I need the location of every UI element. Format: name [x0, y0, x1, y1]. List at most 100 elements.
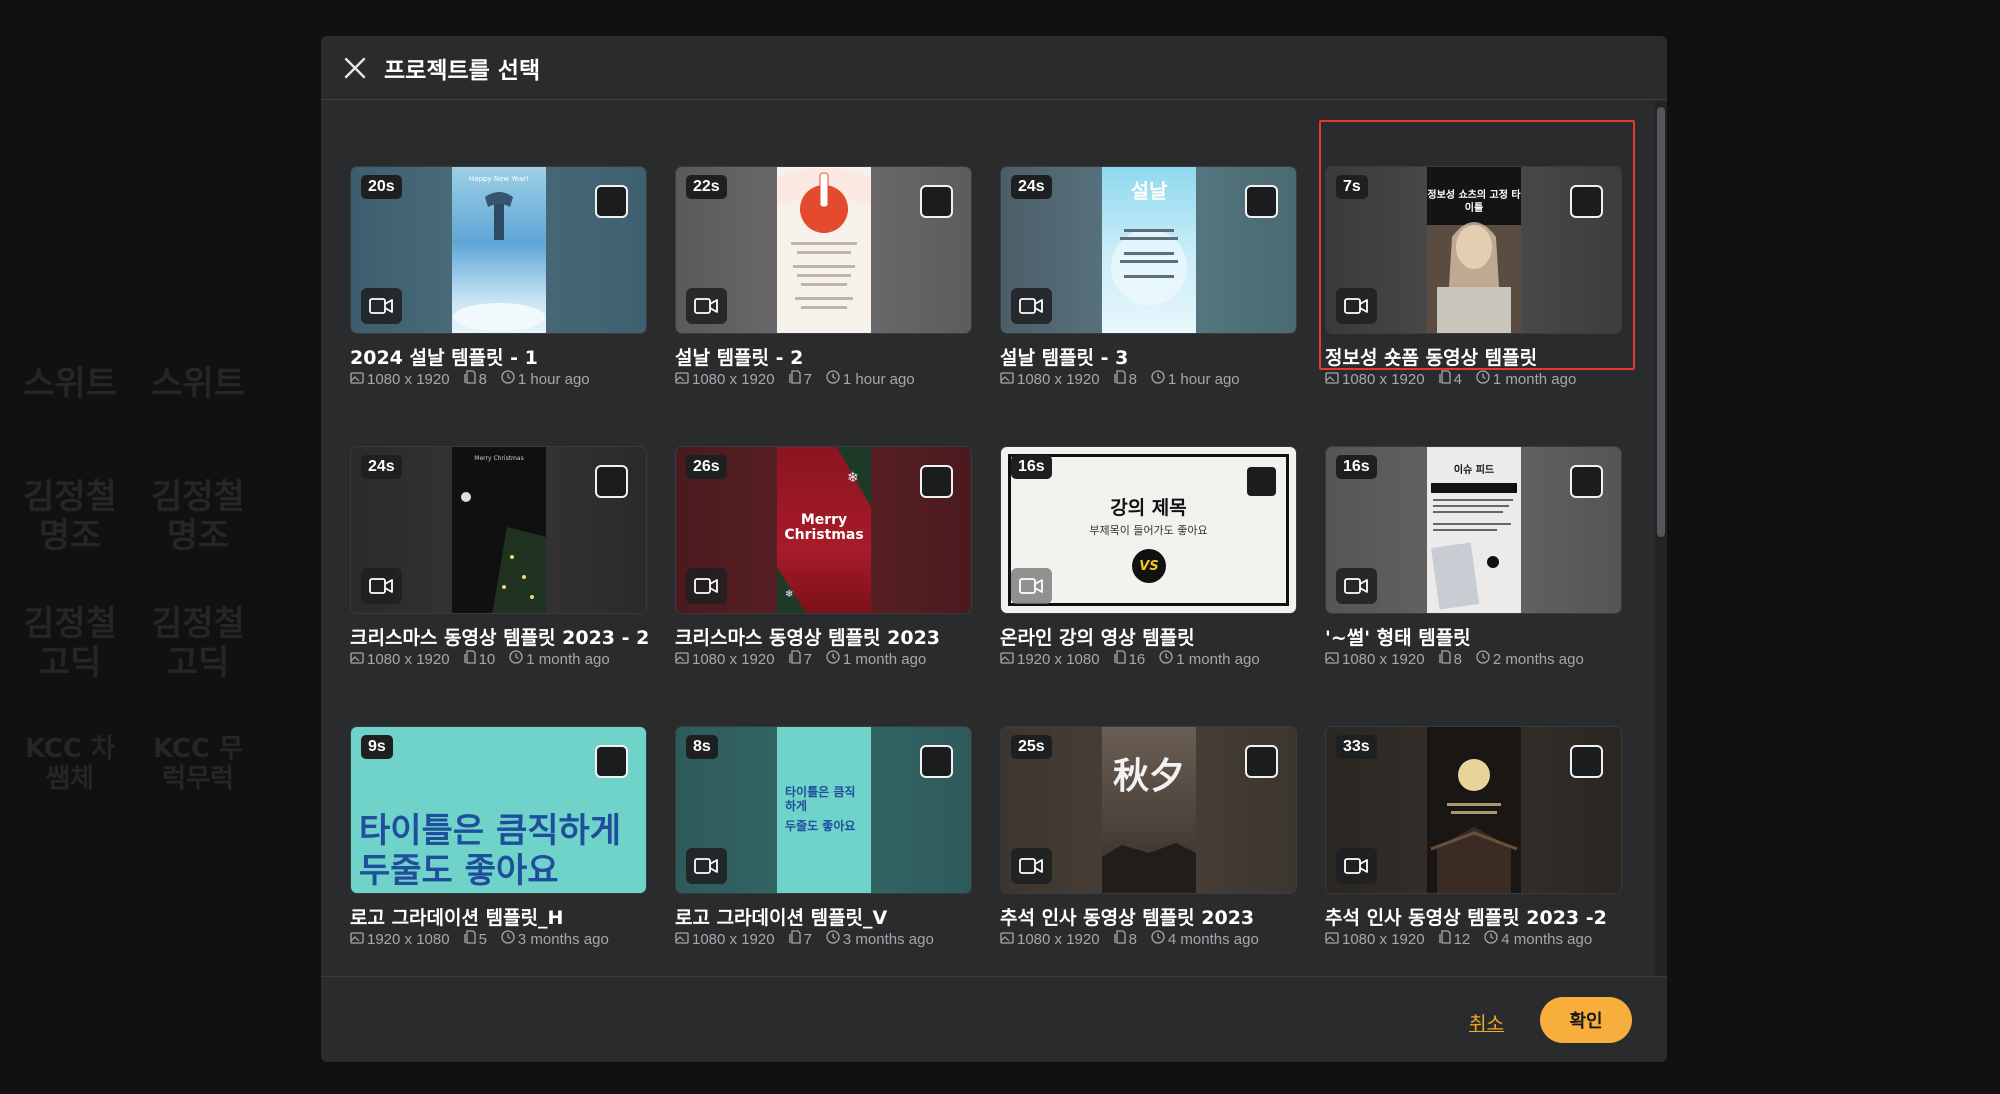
duration-badge: 16s: [1011, 455, 1052, 479]
project-card[interactable]: 설날 24s 설날 템플릿 - 3 1080 x 1920 8 1 hour a…: [1000, 166, 1297, 406]
resolution-text: 1080 x 1920: [1342, 370, 1425, 388]
select-checkbox[interactable]: [1245, 465, 1278, 498]
project-meta: 1080 x 1920 10 1 month ago: [350, 650, 610, 668]
resolution-text: 1920 x 1080: [367, 930, 450, 948]
duration-badge: 16s: [1336, 455, 1377, 479]
page-count-text: 7: [803, 650, 812, 668]
project-title: 크리스마스 동영상 템플릿 2023: [675, 627, 941, 649]
page-count-icon: [463, 370, 476, 388]
svg-text:❄: ❄: [847, 470, 859, 486]
project-title: 온라인 강의 영상 템플릿: [1000, 627, 1195, 649]
project-card[interactable]: 秋夕 25s 추석 인사 동영상 템플릿 2023 1080 x 1920 8 …: [1000, 726, 1297, 966]
modal-footer: 취소 확인: [321, 976, 1667, 1062]
select-checkbox[interactable]: [1245, 185, 1278, 218]
project-card[interactable]: 강의 제목 부제목이 들어가도 좋아요 VS 16s 온라인 강의 영상 템플릿…: [1000, 446, 1297, 686]
video-icon: [686, 568, 727, 604]
clock-icon: [826, 930, 840, 948]
select-checkbox[interactable]: [920, 185, 953, 218]
bg-font-item: 김정철 고딕: [23, 604, 117, 684]
project-card[interactable]: Happy New Year! 20s 2024 설날 템플릿 - 1 1080…: [350, 166, 647, 406]
resolution-text: 1080 x 1920: [367, 370, 450, 388]
select-checkbox[interactable]: [920, 745, 953, 778]
project-grid: Happy New Year! 20s 2024 설날 템플릿 - 1 1080…: [321, 101, 1655, 977]
project-meta: 1080 x 1920 7 1 month ago: [675, 650, 926, 668]
modal-header: 프로젝트를 선택: [321, 36, 1667, 100]
clock-icon: [1151, 930, 1165, 948]
updated-time-text: 2 months ago: [1492, 650, 1584, 668]
updated-time-text: 1 month ago: [842, 650, 927, 668]
updated-time-text: 1 hour ago: [842, 370, 915, 388]
project-title: 추석 인사 동영상 템플릿 2023: [1000, 907, 1255, 929]
select-checkbox[interactable]: [595, 465, 628, 498]
select-checkbox[interactable]: [595, 185, 628, 218]
page-count-text: 16: [1128, 650, 1146, 668]
resolution-icon: [1000, 371, 1014, 388]
select-project-modal: 프로젝트를 선택 Happy New Year! 20s 2024 설날 템플릿…: [321, 36, 1667, 1062]
project-thumbnail: 秋夕 25s: [1000, 726, 1297, 894]
updated-time-text: 1 month ago: [1176, 650, 1260, 668]
updated-time-text: 1 month ago: [1492, 370, 1577, 388]
bg-font-item: 김정철 고딕: [151, 604, 245, 684]
scrollbar-thumb[interactable]: [1657, 107, 1665, 537]
confirm-button[interactable]: 확인: [1540, 997, 1632, 1043]
poster-badge: VS: [1132, 549, 1166, 583]
select-checkbox[interactable]: [1570, 185, 1603, 218]
page-count-icon: [1113, 930, 1126, 948]
project-card[interactable]: 정보성 쇼츠의 고정 타이틀 7s 정보성 숏폼 동영상 템플릿 1080 x …: [1325, 166, 1622, 406]
bg-font-item: 스위트: [23, 364, 117, 404]
project-card[interactable]: 타이틀은 큼직하게 두줄도 좋아요 8s 로고 그라데이션 템플릿_V 1080…: [675, 726, 972, 966]
project-card[interactable]: Merry Christmas 24s 크리스마스 동영상 템플릿 2023 -…: [350, 446, 649, 686]
project-card[interactable]: Merry Christmas ❄ ❄ 26s 크리스마스 동영상 템플릿 202…: [675, 446, 972, 686]
page-count-text: 8: [1453, 650, 1462, 668]
project-meta: 1080 x 1920 7 3 months ago: [675, 930, 934, 948]
resolution-text: 1080 x 1920: [1342, 930, 1425, 948]
resolution-text: 1080 x 1920: [1017, 930, 1100, 948]
updated-time-text: 3 months ago: [517, 930, 609, 948]
project-card[interactable]: 22s 설날 템플릿 - 2 1080 x 1920 7 1 hour ago: [675, 166, 972, 406]
project-title: 2024 설날 템플릿 - 1: [350, 347, 538, 369]
resolution-icon: [350, 931, 364, 948]
duration-badge: 8s: [686, 735, 718, 759]
video-icon: [1011, 568, 1052, 604]
select-checkbox[interactable]: [1570, 465, 1603, 498]
video-icon: [361, 288, 402, 324]
project-thumbnail: 22s: [675, 166, 972, 334]
resolution-icon: [1000, 931, 1014, 948]
clock-icon: [1151, 370, 1165, 388]
scrollbar[interactable]: [1655, 101, 1667, 977]
project-card[interactable]: 이슈 피드 16s '~썰' 형태 템플릿 1080 x 1920 8 2 mo…: [1325, 446, 1622, 686]
duration-badge: 9s: [361, 735, 393, 759]
project-card[interactable]: 타이틀은 큼직하게 두줄도 좋아요 9s 로고 그라데이션 템플릿_H 1920…: [350, 726, 647, 966]
clock-icon: [1476, 650, 1490, 668]
page-count-icon: [1438, 370, 1451, 388]
select-checkbox[interactable]: [1245, 745, 1278, 778]
project-title: 정보성 숏폼 동영상 템플릿: [1325, 347, 1538, 369]
project-card[interactable]: 33s 추석 인사 동영상 템플릿 2023 -2 1080 x 1920 12…: [1325, 726, 1622, 966]
project-thumbnail: 이슈 피드 16s: [1325, 446, 1622, 614]
page-count-text: 10: [478, 650, 496, 668]
duration-badge: 24s: [361, 455, 402, 479]
project-thumbnail: 강의 제목 부제목이 들어가도 좋아요 VS 16s: [1000, 446, 1297, 614]
project-title: '~썰' 형태 템플릿: [1325, 627, 1471, 649]
video-icon: [1011, 288, 1052, 324]
project-title: 로고 그라데이션 템플릿_V: [675, 907, 888, 929]
select-checkbox[interactable]: [1570, 745, 1603, 778]
cancel-button[interactable]: 취소: [1469, 1009, 1504, 1036]
close-icon[interactable]: [340, 53, 370, 83]
select-checkbox[interactable]: [920, 465, 953, 498]
page-count-icon: [788, 370, 801, 388]
page-count-text: 8: [1128, 930, 1137, 948]
project-title: 설날 템플릿 - 2: [675, 347, 804, 369]
select-checkbox[interactable]: [595, 745, 628, 778]
project-meta: 1920 x 1080 16 1 month ago: [1000, 650, 1260, 668]
resolution-text: 1920 x 1080: [1017, 650, 1100, 668]
bg-font-item: KCC 차쌤체: [24, 734, 116, 794]
project-thumbnail: 타이틀은 큼직하게 두줄도 좋아요 8s: [675, 726, 972, 894]
project-meta: 1080 x 1920 4 1 month ago: [1325, 370, 1576, 388]
page-count-text: 4: [1453, 370, 1462, 388]
updated-time-text: 1 hour ago: [517, 370, 590, 388]
project-thumbnail: Merry Christmas 24s: [350, 446, 647, 614]
duration-badge: 33s: [1336, 735, 1377, 759]
project-title: 크리스마스 동영상 템플릿 2023 - 2: [350, 627, 650, 649]
duration-badge: 25s: [1011, 735, 1052, 759]
